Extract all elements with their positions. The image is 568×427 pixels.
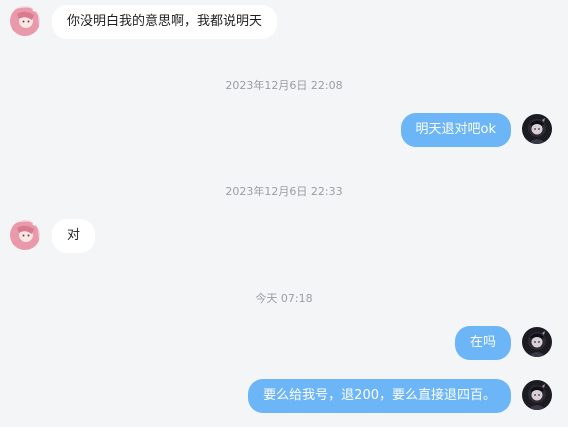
message-timestamp: 2023年12月6日 22:33 <box>225 185 343 198</box>
message-bubble-outgoing[interactable]: 在吗 <box>454 326 511 360</box>
message-bubble-incoming[interactable]: 你没明白我的意思啊，我都说明天 <box>52 5 278 39</box>
chat-thread[interactable]: 你没明白我的意思啊，我都说明天 2023年12月6日 22:08 明天退对吧ok… <box>0 0 568 427</box>
message-row-outgoing: 要么给我号，退200，要么直接退四百。 <box>0 379 568 413</box>
message-row-incoming: 你没明白我的意思啊，我都说明天 <box>0 5 568 39</box>
message-row-outgoing: 明天退对吧ok <box>0 113 568 147</box>
dark-anime-character-avatar[interactable] <box>522 327 552 357</box>
dark-anime-character-avatar[interactable] <box>522 114 552 144</box>
dark-anime-character-avatar[interactable] <box>522 380 552 410</box>
message-bubble-incoming[interactable]: 对 <box>52 219 96 253</box>
message-timestamp: 今天 07:18 <box>255 292 313 305</box>
message-timestamp: 2023年12月6日 22:08 <box>225 79 343 92</box>
message-bubble-outgoing[interactable]: 要么给我号，退200，要么直接退四百。 <box>248 379 511 413</box>
message-row-outgoing: 在吗 <box>0 326 568 360</box>
message-bubble-outgoing[interactable]: 明天退对吧ok <box>400 113 511 147</box>
pink-haired-girl-avatar[interactable] <box>10 220 40 250</box>
message-row-incoming: 对 <box>0 219 568 253</box>
pink-haired-girl-avatar[interactable] <box>10 6 40 36</box>
